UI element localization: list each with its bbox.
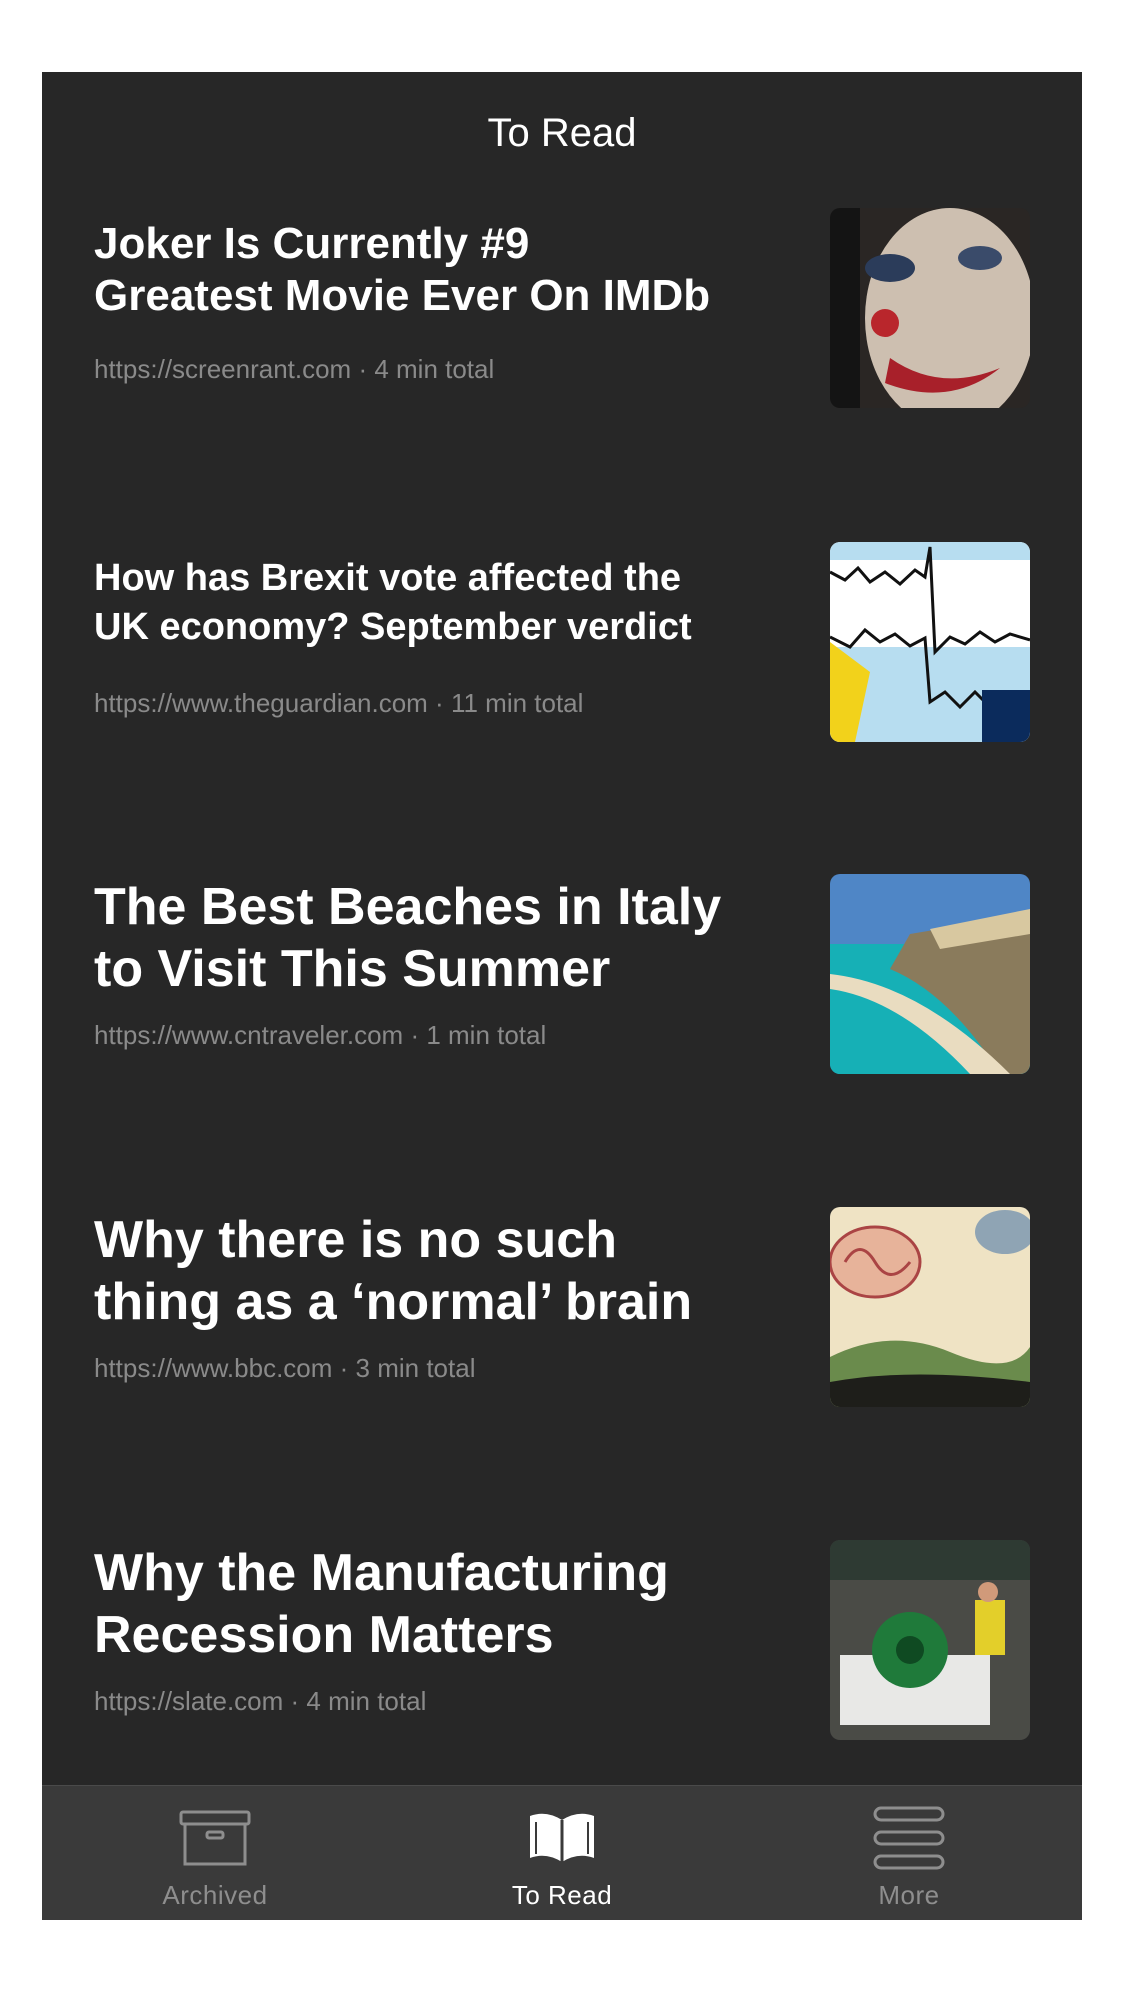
article-meta: https://www.cntraveler.com · 1 min total: [94, 1020, 547, 1050]
article-thumbnail: [830, 542, 1030, 742]
page-title: To Read: [487, 110, 637, 155]
article-meta: https://screenrant.com · 4 min total: [94, 354, 495, 384]
article-thumbnail: [830, 1540, 1030, 1740]
article-row[interactable]: How has Brexit vote affected the UK econ…: [42, 542, 1082, 742]
article-row[interactable]: Joker Is Currently #9 Greatest Movie Eve…: [42, 208, 1082, 408]
tab-label: Archived: [162, 1880, 268, 1910]
reading-list-screen: To Read Joker Is Currently #9 Greatest M…: [42, 72, 1082, 1920]
tab-label: To Read: [511, 1880, 613, 1910]
article-row[interactable]: Why the Manufacturing Recession Matters …: [42, 1540, 1082, 1740]
tab-archived[interactable]: Archived: [42, 1786, 388, 1920]
menu-lines-icon: [873, 1806, 945, 1870]
article-meta: https://www.bbc.com · 3 min total: [94, 1353, 476, 1383]
article-thumbnail: [830, 874, 1030, 1074]
tab-label: More: [878, 1880, 940, 1910]
article-title: How has Brexit vote affected the UK econ…: [94, 557, 692, 649]
article-meta: https://www.theguardian.com · 11 min tot…: [94, 688, 584, 718]
open-book-icon: [526, 1806, 598, 1870]
article-title: Joker Is Currently #9 Greatest Movie Eve…: [94, 219, 711, 320]
article-title: The Best Beaches in Italy to Visit This …: [94, 878, 722, 999]
article-title: Why the Manufacturing Recession Matters: [94, 1544, 669, 1665]
tab-more[interactable]: More: [736, 1786, 1082, 1920]
article-thumbnail: [830, 1207, 1030, 1407]
tab-to-read[interactable]: To Read: [389, 1786, 735, 1920]
tab-bar: Archived To Read More: [42, 1785, 1082, 1920]
article-meta: https://slate.com · 4 min total: [94, 1686, 427, 1716]
article-row[interactable]: The Best Beaches in Italy to Visit This …: [42, 874, 1082, 1074]
article-title: Why there is no such thing as a ‘normal’…: [94, 1211, 693, 1332]
article-row[interactable]: Why there is no such thing as a ‘normal’…: [42, 1207, 1082, 1407]
archive-box-icon: [179, 1806, 251, 1870]
article-thumbnail: [830, 208, 1030, 408]
